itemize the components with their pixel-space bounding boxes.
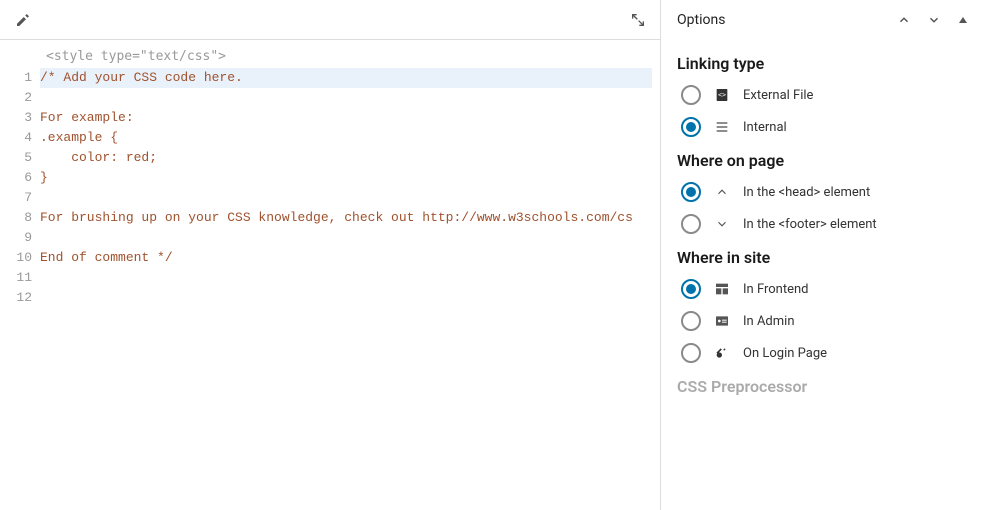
radio-icon[interactable]	[681, 279, 701, 299]
fullscreen-icon[interactable]	[630, 12, 646, 28]
arrow-up-icon	[713, 183, 731, 201]
radio-icon[interactable]	[681, 311, 701, 331]
key-icon	[713, 344, 731, 362]
beautify-icon[interactable]	[14, 11, 32, 29]
option-label: In Frontend	[743, 282, 809, 297]
options-header: Options	[677, 0, 969, 40]
option-in-footer[interactable]: In the <footer> element	[681, 214, 969, 234]
editor-panel: <style type="text/css"> 123456789101112 …	[0, 0, 661, 510]
option-label: External File	[743, 88, 813, 103]
chevron-down-icon[interactable]	[927, 13, 941, 27]
option-internal[interactable]: Internal	[681, 117, 969, 137]
frontend-icon	[713, 280, 731, 298]
style-open-tag: <style type="text/css">	[0, 40, 660, 68]
code-lines[interactable]: /* Add your CSS code here. For example: …	[40, 68, 660, 308]
option-label: In the <head> element	[743, 185, 870, 200]
radio-icon[interactable]	[681, 343, 701, 363]
option-external-file[interactable]: <> External File	[681, 85, 969, 105]
section-css-preprocessor: CSS Preprocessor	[677, 377, 969, 396]
option-login-page[interactable]: On Login Page	[681, 343, 969, 363]
radio-icon[interactable]	[681, 117, 701, 137]
options-panel: Options Linking type <> External File In…	[661, 0, 985, 510]
file-code-icon: <>	[713, 86, 731, 104]
admin-icon	[713, 312, 731, 330]
collapse-up-icon[interactable]	[957, 14, 969, 26]
radio-icon[interactable]	[681, 214, 701, 234]
svg-text:<>: <>	[718, 91, 726, 99]
arrow-down-icon	[713, 215, 731, 233]
section-where-on-page: Where on page	[677, 151, 969, 170]
section-where-in-site: Where in site	[677, 248, 969, 267]
option-label: In Admin	[743, 314, 795, 329]
option-label: Internal	[743, 120, 787, 135]
option-label: In the <footer> element	[743, 217, 877, 232]
option-admin[interactable]: In Admin	[681, 311, 969, 331]
chevron-up-icon[interactable]	[897, 13, 911, 27]
line-gutter: 123456789101112	[0, 68, 40, 308]
code-editor[interactable]: 123456789101112 /* Add your CSS code her…	[0, 68, 660, 308]
option-frontend[interactable]: In Frontend	[681, 279, 969, 299]
radio-icon[interactable]	[681, 85, 701, 105]
section-linking-type: Linking type	[677, 54, 969, 73]
radio-icon[interactable]	[681, 182, 701, 202]
internal-icon	[713, 118, 731, 136]
option-in-head[interactable]: In the <head> element	[681, 182, 969, 202]
options-title: Options	[677, 12, 725, 28]
editor-toolbar	[0, 0, 660, 40]
option-label: On Login Page	[743, 346, 827, 361]
